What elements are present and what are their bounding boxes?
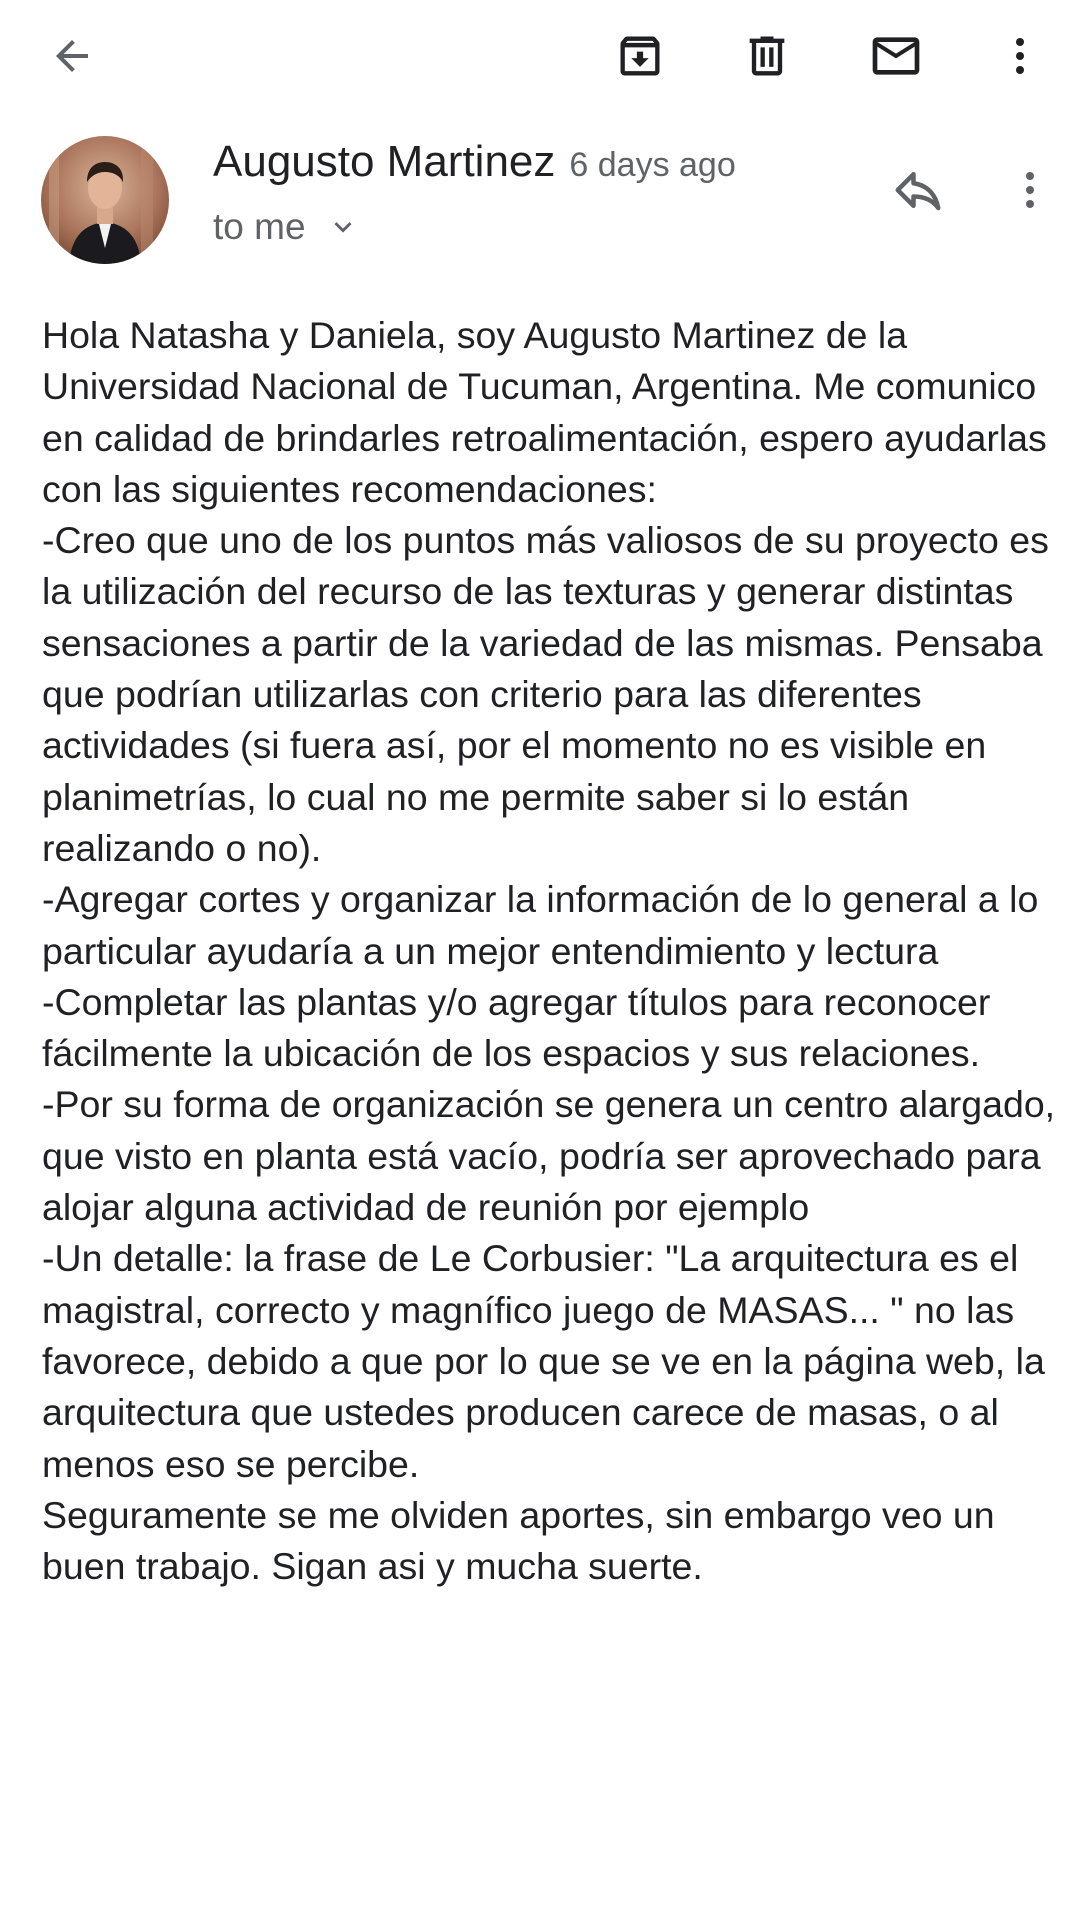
reply-icon [895,172,941,211]
body-paragraph: -Creo que uno de los puntos más valiosos… [42,519,1060,869]
mark-unread-button[interactable] [860,20,932,92]
more-vert-icon [1026,172,1034,208]
back-button[interactable] [36,20,108,92]
message-more-button[interactable] [994,152,1066,228]
archive-button[interactable] [604,20,676,92]
sender-name[interactable]: Augusto Martinez [213,137,555,186]
body-paragraph: -Agregar cortes y organizar la informaci… [42,878,1049,972]
delete-button[interactable] [731,20,803,92]
reply-button[interactable] [880,152,956,228]
message-time: 6 days ago [569,146,736,184]
mail-icon [872,37,920,75]
body-paragraph: Hola Natasha y Daniela, soy Augusto Mart… [42,314,1058,510]
body-paragraph: -Un detalle: la frase de Le Corbusier: "… [42,1237,1056,1485]
archive-icon [620,36,660,76]
body-paragraph: Seguramente se me olviden aportes, sin e… [42,1493,1006,1588]
recipient-label: to me [213,206,306,247]
sender-avatar[interactable] [41,136,169,264]
top-toolbar [0,0,1081,110]
body-paragraph: -Por su forma de organización se genera … [42,1083,1066,1229]
delete-icon [749,36,785,76]
chevron-down-icon [334,222,352,233]
message-body: Hola Natasha y Daniela, soy Augusto Mart… [42,310,1062,1592]
arrow-back-icon [56,40,88,72]
sender-header: Augusto Martinez 6 days ago [213,134,736,193]
recipient-details-toggle[interactable]: to me [213,201,360,253]
more-vert-icon [1016,38,1024,74]
body-paragraph: -Completar las plantas y/o agregar títul… [42,980,1001,1075]
more-options-button[interactable] [984,20,1056,92]
